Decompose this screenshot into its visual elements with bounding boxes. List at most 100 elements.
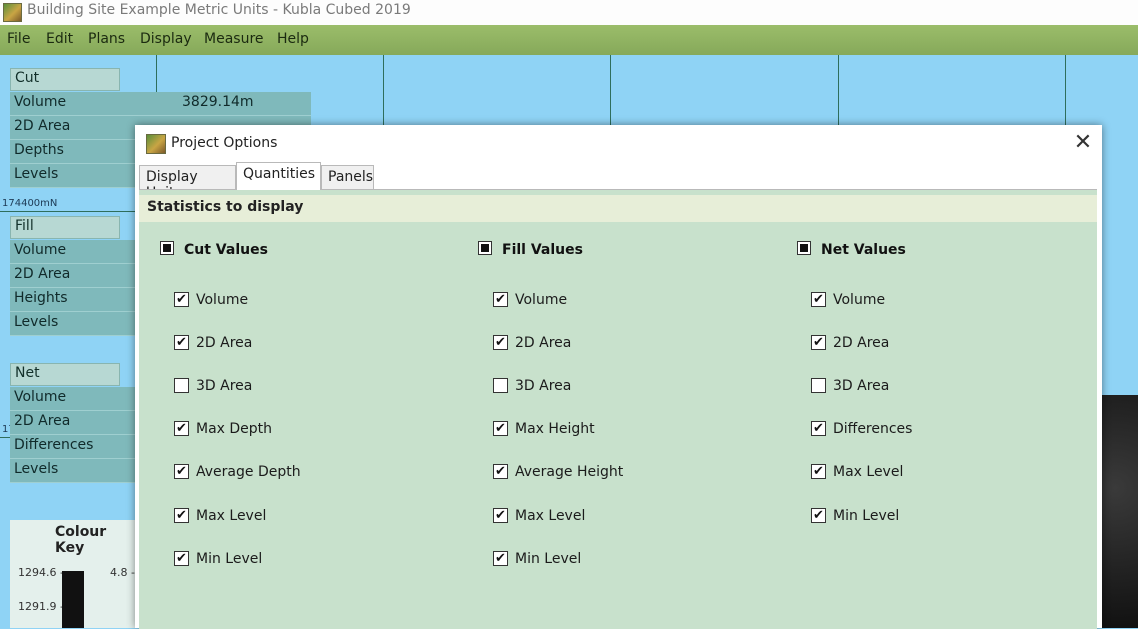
fill-values-group[interactable]: Fill Values <box>478 241 583 258</box>
cut-volume-value: 3829.14m <box>182 94 254 110</box>
option-label: Max Depth <box>196 421 273 437</box>
option-label: Max Height <box>515 421 595 437</box>
cut-option-max-depth[interactable]: ✔ Max Depth <box>174 421 273 437</box>
colour-key-label: 1294.6 - <box>18 566 64 579</box>
fill-option-average-height[interactable]: ✔ Average Height <box>493 464 624 480</box>
northing-label: 174400mN <box>2 198 58 209</box>
project-options-dialog: Project Options ✕ Display Units Quantiti… <box>135 125 1102 629</box>
cut-panel-header: Cut <box>10 68 120 91</box>
menu-display[interactable]: Display <box>140 31 192 47</box>
tab-panels[interactable]: Panels <box>321 165 374 190</box>
close-icon[interactable]: ✕ <box>1071 130 1095 155</box>
checkmark-icon[interactable]: ✔ <box>493 508 508 523</box>
net-panel-header: Net <box>10 363 120 386</box>
checkmark-icon[interactable]: ✔ <box>174 551 189 566</box>
group-title: Net Values <box>821 242 906 258</box>
option-label: Max Level <box>833 464 904 480</box>
fill-option-volume[interactable]: ✔ Volume <box>493 292 568 308</box>
checkmark-icon[interactable]: ✔ <box>174 464 189 479</box>
checkmark-icon[interactable]: ✔ <box>174 421 189 436</box>
cut-row-volume: Volume 3829.14m <box>10 92 311 116</box>
group-title: Cut Values <box>184 242 268 258</box>
cut-option-3d-area[interactable]: 3D Area <box>174 378 253 394</box>
checkmark-icon[interactable]: ✔ <box>493 335 508 350</box>
menu-measure[interactable]: Measure <box>204 31 264 47</box>
checkmark-icon[interactable]: ✔ <box>811 335 826 350</box>
option-label: Min Level <box>515 551 582 567</box>
tab-display-units[interactable]: Display Units <box>139 165 236 201</box>
quantities-tab-panel: Statistics to display Cut Values ✔ Volum… <box>139 189 1097 629</box>
option-label: 3D Area <box>196 378 253 394</box>
window-title: Building Site Example Metric Units - Kub… <box>27 2 411 18</box>
checkmark-icon[interactable]: ✔ <box>493 464 508 479</box>
option-label: Min Level <box>833 508 900 524</box>
net-option-min-level[interactable]: ✔ Min Level <box>811 508 900 524</box>
option-label: 2D Area <box>196 335 253 351</box>
option-label: 3D Area <box>833 378 890 394</box>
option-label: Volume <box>515 292 568 308</box>
checkmark-icon[interactable]: ✔ <box>174 508 189 523</box>
menu-file[interactable]: File <box>7 31 30 47</box>
colour-key-title: Colour Key <box>55 524 107 556</box>
menu-plans[interactable]: Plans <box>88 31 125 47</box>
checkmark-icon[interactable]: ✔ <box>811 292 826 307</box>
net-values-group[interactable]: Net Values <box>797 241 906 258</box>
net-option-volume[interactable]: ✔ Volume <box>811 292 886 308</box>
fill-option-min-level[interactable]: ✔ Min Level <box>493 551 582 567</box>
fill-panel-header: Fill <box>10 216 120 239</box>
checkmark-icon[interactable]: ✔ <box>493 551 508 566</box>
checkmark-icon[interactable]: ✔ <box>493 421 508 436</box>
kubla-app-icon <box>146 134 166 154</box>
colour-key: Colour Key 1294.6 - 4.8 - 1291.9 - <box>10 520 140 628</box>
row-label: Volume <box>14 94 67 110</box>
net-option-3d-area[interactable]: 3D Area <box>811 378 890 394</box>
checkmark-icon[interactable]: ✔ <box>811 464 826 479</box>
option-label: Volume <box>833 292 886 308</box>
cut-option-2d-area[interactable]: ✔ 2D Area <box>174 335 253 351</box>
dialog-title: Project Options <box>171 135 278 151</box>
fill-option-max-level[interactable]: ✔ Max Level <box>493 508 586 524</box>
cut-option-min-level[interactable]: ✔ Min Level <box>174 551 263 567</box>
fill-values-toggle[interactable] <box>478 241 492 255</box>
option-label: Average Depth <box>196 464 301 480</box>
kubla-app-icon <box>3 3 22 22</box>
option-label: Max Level <box>196 508 267 524</box>
grid-line <box>0 211 140 212</box>
checkbox[interactable] <box>174 378 189 393</box>
terrain-render <box>1100 395 1138 628</box>
option-label: Volume <box>196 292 249 308</box>
checkmark-icon[interactable]: ✔ <box>493 292 508 307</box>
option-label: Min Level <box>196 551 263 567</box>
menu-help[interactable]: Help <box>277 31 309 47</box>
net-option-2d-area[interactable]: ✔ 2D Area <box>811 335 890 351</box>
cut-option-average-depth[interactable]: ✔ Average Depth <box>174 464 301 480</box>
checkmark-icon[interactable]: ✔ <box>811 421 826 436</box>
option-label: 2D Area <box>515 335 572 351</box>
fill-option-max-height[interactable]: ✔ Max Height <box>493 421 595 437</box>
option-label: Average Height <box>515 464 624 480</box>
net-values-toggle[interactable] <box>797 241 811 255</box>
section-header: Statistics to display <box>139 195 1097 222</box>
menu-edit[interactable]: Edit <box>46 31 73 47</box>
cut-values-group[interactable]: Cut Values <box>160 241 268 258</box>
tab-quantities[interactable]: Quantities <box>236 162 321 190</box>
cut-option-volume[interactable]: ✔ Volume <box>174 292 249 308</box>
net-option-max-level[interactable]: ✔ Max Level <box>811 464 904 480</box>
option-label: Differences <box>833 421 913 437</box>
option-label: 2D Area <box>833 335 890 351</box>
title-bar: Building Site Example Metric Units - Kub… <box>0 0 1138 25</box>
checkmark-icon[interactable]: ✔ <box>174 292 189 307</box>
fill-option-2d-area[interactable]: ✔ 2D Area <box>493 335 572 351</box>
checkbox[interactable] <box>493 378 508 393</box>
net-option-differences[interactable]: ✔ Differences <box>811 421 913 437</box>
checkbox[interactable] <box>811 378 826 393</box>
menu-bar: File Edit Plans Display Measure Help <box>0 25 1138 55</box>
checkmark-icon[interactable]: ✔ <box>174 335 189 350</box>
group-title: Fill Values <box>502 242 583 258</box>
checkmark-icon[interactable]: ✔ <box>811 508 826 523</box>
cut-values-toggle[interactable] <box>160 241 174 255</box>
cut-option-max-level[interactable]: ✔ Max Level <box>174 508 267 524</box>
option-label: 3D Area <box>515 378 572 394</box>
option-label: Max Level <box>515 508 586 524</box>
fill-option-3d-area[interactable]: 3D Area <box>493 378 572 394</box>
